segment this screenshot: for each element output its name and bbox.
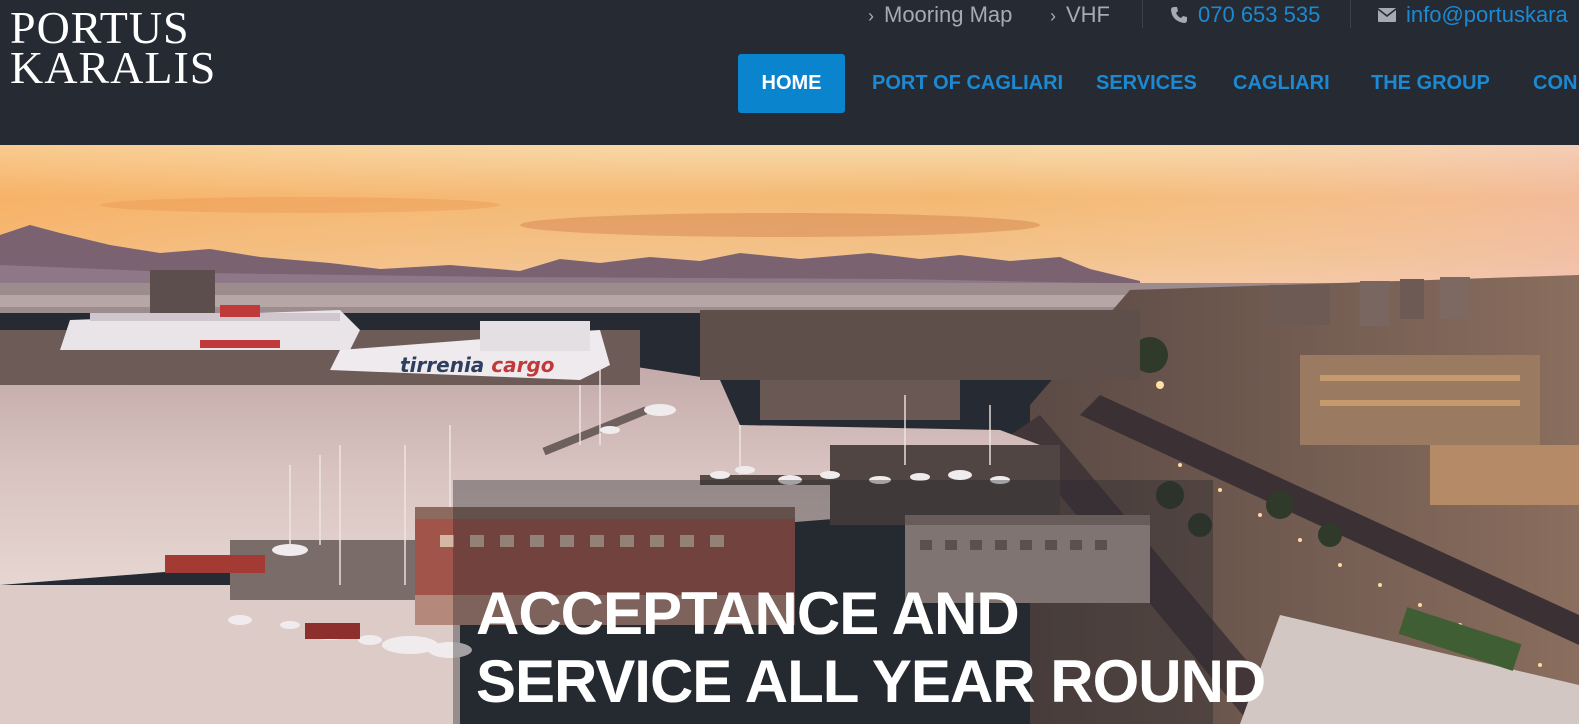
topbar-divider — [1142, 0, 1143, 28]
mooring-map-link[interactable]: › Mooring Map — [868, 2, 1012, 28]
vhf-label: VHF — [1066, 2, 1110, 27]
nav-services[interactable]: SERVICES — [1096, 54, 1197, 113]
ship-logo-text: tirrenia cargo — [400, 353, 555, 377]
envelope-icon — [1377, 8, 1397, 22]
nav-cagliari[interactable]: CAGLIARI — [1233, 54, 1330, 113]
topbar-divider — [1350, 0, 1351, 28]
hero-banner: tirrenia cargo ACCEPTANCE AND SERVICE AL… — [0, 145, 1579, 724]
site-header: PORTUS KARALIS › Mooring Map › VHF 070 653… — [0, 0, 1579, 145]
nav-port-of-cagliari[interactable]: PORT OF CAGLIARI — [872, 54, 1063, 113]
hero-caption-line-2: SERVICE ALL YEAR ROUND — [476, 648, 1266, 715]
email-address: info@portuskara — [1406, 2, 1568, 27]
vhf-link[interactable]: › VHF — [1050, 2, 1110, 28]
nav-home[interactable]: HOME — [738, 54, 845, 113]
chevron-right-icon: › — [868, 6, 874, 26]
email-link[interactable]: info@portuskara — [1377, 2, 1568, 28]
nav-the-group[interactable]: THE GROUP — [1371, 54, 1490, 113]
phone-link[interactable]: 070 653 535 — [1170, 2, 1320, 28]
chevron-right-icon: › — [1050, 6, 1056, 26]
top-bar: › Mooring Map › VHF 070 653 535 info@portu… — [0, 0, 1579, 30]
hero-caption-line-1: ACCEPTANCE AND — [476, 580, 1020, 647]
phone-icon — [1171, 7, 1187, 23]
mooring-map-label: Mooring Map — [884, 2, 1013, 27]
nav-contacts[interactable]: CON — [1533, 54, 1577, 113]
phone-number: 070 653 535 — [1198, 2, 1321, 27]
main-nav: HOME PORT OF CAGLIARI SERVICES CAGLIARI … — [0, 54, 1579, 114]
hero-caption: ACCEPTANCE AND SERVICE ALL YEAR ROUND — [476, 580, 1266, 716]
